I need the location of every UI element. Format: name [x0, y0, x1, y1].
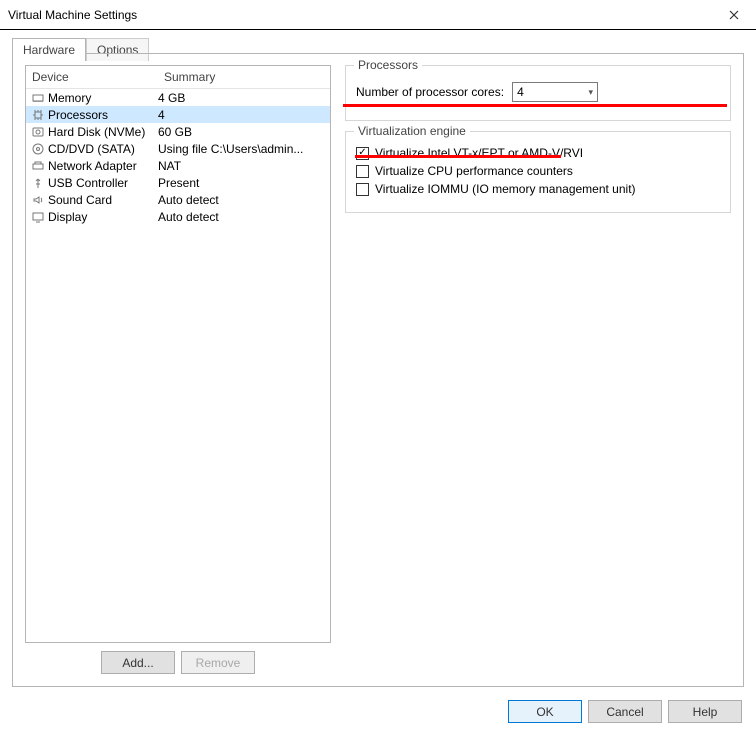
device-name: Memory [46, 91, 158, 105]
device-name: Hard Disk (NVMe) [46, 125, 158, 139]
cores-row: Number of processor cores: 4 ▾ [356, 82, 720, 102]
memory-icon [30, 92, 46, 104]
virtualization-group-title: Virtualization engine [354, 124, 470, 138]
network-icon [30, 160, 46, 172]
device-buttons: Add... Remove [25, 651, 331, 674]
device-summary: Present [158, 176, 326, 190]
device-name: Sound Card [46, 193, 158, 207]
device-row-processors[interactable]: Processors 4 [26, 106, 330, 123]
device-name: Processors [46, 108, 158, 122]
close-icon [729, 10, 739, 20]
device-panel: Device Summary Memory 4 GB Processors 4 [25, 65, 331, 674]
device-summary: Using file C:\Users\admin... [158, 142, 326, 156]
ok-button[interactable]: OK [508, 700, 582, 723]
perf-checkbox[interactable] [356, 165, 369, 178]
iommu-label: Virtualize IOMMU (IO memory management u… [375, 182, 636, 196]
close-button[interactable] [714, 1, 754, 29]
display-icon [30, 211, 46, 223]
iommu-checkbox-row: Virtualize IOMMU (IO memory management u… [356, 182, 720, 196]
content: Device Summary Memory 4 GB Processors 4 [12, 53, 744, 687]
device-name: CD/DVD (SATA) [46, 142, 158, 156]
device-summary: Auto detect [158, 210, 326, 224]
cores-label: Number of processor cores: [356, 85, 504, 99]
virtualization-group: Virtualization engine Virtualize Intel V… [345, 131, 731, 213]
highlight-line [343, 104, 727, 107]
device-row-harddisk[interactable]: Hard Disk (NVMe) 60 GB [26, 123, 330, 140]
device-summary: Auto detect [158, 193, 326, 207]
disk-icon [30, 126, 46, 138]
usb-icon [30, 177, 46, 189]
perf-checkbox-row: Virtualize CPU performance counters [356, 164, 720, 178]
device-summary: NAT [158, 159, 326, 173]
config-panel: Processors Number of processor cores: 4 … [345, 65, 731, 674]
cpu-icon [30, 109, 46, 121]
remove-button: Remove [181, 651, 255, 674]
sound-icon [30, 194, 46, 206]
device-grid-header: Device Summary [26, 66, 330, 89]
cores-select[interactable]: 4 ▾ [512, 82, 598, 102]
cores-value: 4 [517, 85, 524, 99]
titlebar: Virtual Machine Settings [0, 0, 756, 30]
device-row-memory[interactable]: Memory 4 GB [26, 89, 330, 106]
header-device: Device [26, 66, 158, 88]
device-grid: Device Summary Memory 4 GB Processors 4 [25, 65, 331, 643]
tab-hardware[interactable]: Hardware [12, 38, 86, 61]
device-name: USB Controller [46, 176, 158, 190]
device-name: Display [46, 210, 158, 224]
highlight-line [355, 155, 561, 158]
device-row-usb[interactable]: USB Controller Present [26, 174, 330, 191]
dialog-footer: OK Cancel Help [508, 700, 742, 723]
device-summary: 4 [158, 108, 326, 122]
cancel-button[interactable]: Cancel [588, 700, 662, 723]
perf-label: Virtualize CPU performance counters [375, 164, 573, 178]
device-row-cddvd[interactable]: CD/DVD (SATA) Using file C:\Users\admin.… [26, 140, 330, 157]
window-title: Virtual Machine Settings [8, 8, 714, 22]
device-summary: 60 GB [158, 125, 326, 139]
tab-underline [12, 53, 744, 54]
processors-group-title: Processors [354, 58, 422, 72]
device-row-sound[interactable]: Sound Card Auto detect [26, 191, 330, 208]
device-summary: 4 GB [158, 91, 326, 105]
device-row-network[interactable]: Network Adapter NAT [26, 157, 330, 174]
iommu-checkbox[interactable] [356, 183, 369, 196]
chevron-down-icon: ▾ [589, 87, 594, 98]
device-row-display[interactable]: Display Auto detect [26, 208, 330, 225]
cd-icon [30, 143, 46, 155]
header-summary: Summary [158, 66, 330, 88]
help-button[interactable]: Help [668, 700, 742, 723]
device-name: Network Adapter [46, 159, 158, 173]
add-button[interactable]: Add... [101, 651, 175, 674]
processors-group: Processors Number of processor cores: 4 … [345, 65, 731, 121]
